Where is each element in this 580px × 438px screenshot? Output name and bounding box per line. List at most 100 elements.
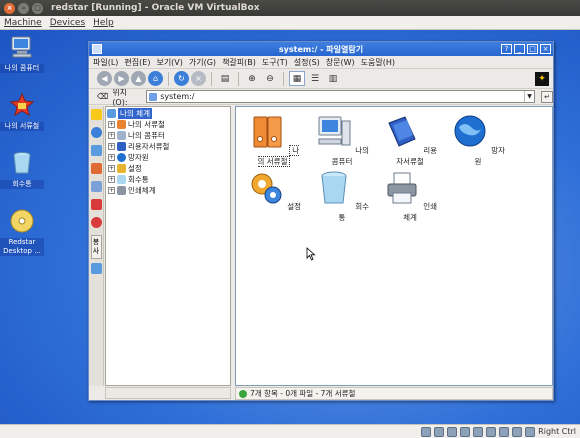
services-icon[interactable] — [90, 199, 102, 210]
host-close-button[interactable]: × — [4, 2, 15, 14]
expand-icon[interactable]: + — [108, 143, 115, 150]
hard-disk-icon[interactable] — [421, 426, 432, 437]
shared-folders-icon[interactable] — [460, 426, 471, 437]
file-item[interactable]: 인쇄체계 — [382, 169, 438, 223]
maximize-button[interactable]: □ — [527, 44, 538, 54]
expand-icon[interactable]: + — [108, 132, 115, 139]
desktop-icon-computer[interactable]: 나의 콤퓨터 — [0, 34, 44, 73]
optical-drive-icon[interactable] — [434, 426, 445, 437]
file-item[interactable]: 나의 콤퓨터 — [314, 113, 370, 167]
location-dropdown-icon[interactable]: ▼ — [524, 91, 534, 102]
side-tab-services[interactable]: 봉사 — [90, 235, 102, 259]
up-arrow-icon[interactable]: ▲ — [131, 71, 146, 86]
desktop-icon-disc[interactable]: Redstar Desktop ... — [0, 208, 44, 256]
mouse-cursor-icon — [306, 247, 316, 261]
location-input[interactable]: system:/ ▼ — [146, 90, 536, 103]
help-button[interactable]: ? — [501, 44, 512, 54]
tree-item[interactable]: + 나의 콤퓨터 — [106, 130, 230, 141]
print-icon[interactable]: ▤ — [217, 71, 233, 86]
tree-item[interactable]: + 나의 서류철 — [106, 119, 230, 130]
menu-settings[interactable]: 설정(S) — [294, 57, 320, 68]
menu-file[interactable]: 파일(L) — [93, 57, 118, 68]
expand-icon[interactable]: + — [108, 165, 115, 172]
menu-view[interactable]: 보기(V) — [156, 57, 182, 68]
go-icon[interactable]: ↵ — [541, 90, 553, 103]
tree-item-label: 망자원 — [128, 153, 149, 162]
host-menu-help[interactable]: Help — [93, 18, 114, 28]
file-item[interactable]: 망자원 — [450, 113, 506, 167]
detail-view-icon[interactable]: ☰ — [307, 71, 323, 86]
bookmarks-star-icon[interactable] — [90, 109, 102, 120]
host-minimize-button[interactable]: – — [18, 2, 29, 14]
globe-icon — [454, 115, 486, 147]
home-folder-icon[interactable] — [90, 145, 102, 156]
desktop-icon-trash[interactable]: 회수통 — [0, 150, 44, 189]
tree-root-item[interactable]: 나의 체계 — [106, 108, 230, 119]
status-text: 7개 항목 - 0개 파일 - 7개 서류철 — [250, 389, 356, 398]
file-manager-window: system:/ - 파일열람기 ? _ □ × 파일(L) 편집(E) 보기(… — [88, 41, 554, 401]
host-menu-devices[interactable]: Devices — [50, 18, 85, 28]
books-icon — [117, 142, 126, 151]
file-item[interactable]: 설정 — [246, 169, 302, 212]
file-item[interactable]: 나의 서류철 — [246, 113, 302, 167]
desktop-icon-documents[interactable]: 나의 서류철 — [0, 92, 44, 131]
menu-go[interactable]: 가기(G) — [189, 57, 216, 68]
zoom-out-icon[interactable]: ⊖ — [262, 71, 278, 86]
window-titlebar[interactable]: system:/ - 파일열람기 ? _ □ × — [89, 42, 553, 56]
file-item[interactable]: 회수통 — [314, 169, 370, 223]
stop-icon[interactable]: × — [191, 71, 206, 86]
icon-view-icon[interactable]: ▦ — [289, 71, 305, 86]
back-arrow-icon[interactable]: ◀ — [97, 71, 112, 86]
printer-icon — [117, 186, 126, 195]
file-item[interactable]: 리용자서류철 — [382, 113, 438, 167]
sidebar-folder-icon[interactable] — [90, 263, 102, 274]
window-menubar: 파일(L) 편집(E) 보기(V) 가기(G) 책갈피(B) 도구(T) 설정(… — [89, 56, 553, 69]
tree-item-label: 인쇄체계 — [128, 186, 156, 195]
expand-icon[interactable]: + — [108, 154, 115, 161]
display-icon[interactable] — [486, 426, 497, 437]
clear-location-icon[interactable]: ⌫ — [97, 92, 108, 101]
binder-icon — [253, 116, 282, 148]
menu-bookmarks[interactable]: 책갈피(B) — [222, 57, 256, 68]
expand-icon[interactable]: + — [108, 121, 115, 128]
usb-icon[interactable] — [447, 426, 458, 437]
mouse-integration-icon[interactable] — [512, 426, 523, 437]
network-icon[interactable] — [473, 426, 484, 437]
home-icon[interactable]: ⌂ — [148, 71, 163, 86]
keyboard-capture-icon[interactable] — [525, 426, 536, 437]
history-icon[interactable] — [90, 127, 102, 138]
forward-arrow-icon[interactable]: ▶ — [114, 71, 129, 86]
menu-help[interactable]: 도움말(H) — [361, 57, 395, 68]
host-menubar: Machine Devices Help — [0, 16, 580, 30]
toolbar-separator — [238, 71, 239, 86]
media-icon[interactable] — [90, 217, 102, 228]
menu-edit[interactable]: 편집(E) — [124, 57, 150, 68]
trash-icon — [321, 171, 347, 204]
trash-icon — [13, 152, 31, 174]
multicolumn-view-icon[interactable]: ▥ — [325, 71, 341, 86]
tree-horizontal-scrollbar[interactable] — [105, 387, 231, 399]
expand-icon[interactable]: + — [108, 187, 115, 194]
network-icon[interactable] — [90, 163, 102, 174]
menu-tools[interactable]: 도구(T) — [262, 57, 288, 68]
disc-icon — [10, 209, 34, 233]
minimize-button[interactable]: _ — [514, 44, 525, 54]
expand-icon[interactable]: + — [108, 176, 115, 183]
desktop-icon-label: 회수통 — [0, 180, 44, 189]
toolbar-separator — [211, 71, 212, 86]
books-icon — [388, 116, 416, 147]
host-titlebar: × – □ redstar [Running] - Oracle VM Virt… — [0, 0, 580, 16]
tree-item[interactable]: + 망자원 — [106, 152, 230, 163]
host-menu-machine[interactable]: Machine — [4, 18, 42, 28]
tree-item[interactable]: + 회수통 — [106, 174, 230, 185]
host-maximize-button[interactable]: □ — [32, 2, 43, 14]
recording-icon[interactable] — [499, 426, 510, 437]
root-folder-icon[interactable] — [90, 181, 102, 192]
close-button[interactable]: × — [540, 44, 551, 54]
tree-item[interactable]: + 리용자서류철 — [106, 141, 230, 152]
zoom-in-icon[interactable]: ⊕ — [244, 71, 260, 86]
menu-window[interactable]: 창문(W) — [326, 57, 355, 68]
tree-item[interactable]: + 인쇄체계 — [106, 185, 230, 196]
tree-item[interactable]: + 설정 — [106, 163, 230, 174]
reload-icon[interactable]: ↻ — [174, 71, 189, 86]
